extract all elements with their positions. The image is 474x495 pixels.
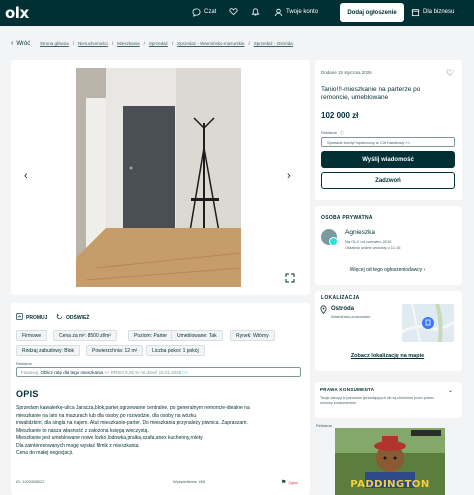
listing-title: Tanio!!!-mieszkanie na parterze po remon…: [321, 86, 421, 101]
advertisement-banner[interactable]: PADDINGTON: [335, 428, 445, 495]
promote-button[interactable]: PROMUJ: [16, 313, 47, 322]
param-tag: Umeblowane: Tak: [171, 330, 223, 341]
bell-icon: [250, 6, 260, 16]
more-from-seller-label: Więcej od tego ogłoszeniodawcy: [349, 267, 423, 273]
mortgage-suffix: >> RRSO 6,25 % na dzień 15.01.2026: [104, 370, 182, 375]
description-title: OPIS: [16, 389, 39, 399]
report-link[interactable]: ⚑ Zgłoś: [281, 479, 298, 486]
more-from-seller-link[interactable]: Więcej od tego ogłoszeniodawcy ›: [320, 267, 455, 273]
consumer-section-title: PRAWA KONSUMENTA: [320, 387, 375, 392]
seller-meta: Na OLX od czerwiec 2015 Ostatnio online …: [345, 239, 401, 251]
view-map-link[interactable]: Zobacz lokalizację na mapie: [320, 353, 455, 359]
call-button[interactable]: Zadzwoń: [321, 172, 455, 189]
breadcrumb-item[interactable]: Sprzedaż: [149, 41, 168, 46]
view-count: Wyświetlenia: 465: [173, 479, 206, 484]
chat-link[interactable]: Czat: [191, 6, 216, 18]
location-section-title: LOKALIZACJA: [321, 295, 360, 301]
add-listing-button[interactable]: Dodaj ogłoszenie: [340, 3, 404, 22]
breadcrumb-item[interactable]: Sprzedaż - Warmińsko-mazurskie: [177, 41, 244, 46]
location-region: Warmińsko-mazurskie: [331, 314, 371, 319]
report-label: Zgłoś: [288, 480, 299, 485]
back-link[interactable]: ‹ Wróć: [11, 40, 30, 47]
description-line: Mieszkanie jest umeblowane nowe lozko,lo…: [16, 435, 204, 441]
mortgage-ad-banner[interactable]: Finansuj: Oblicz ratę dla tego mieszkani…: [16, 367, 301, 377]
favourite-heart-icon[interactable]: ♡: [446, 68, 454, 79]
chevron-left-icon: ‹: [11, 40, 14, 47]
heart-icon: [228, 6, 238, 16]
description-line: Dla zainteresowanych mogę wysłać filmik …: [16, 442, 140, 449]
mortgage-select[interactable]: Sprawdź kredyt hipoteczny w Citi Handlow…: [321, 137, 455, 147]
back-label: Wróć: [16, 40, 31, 47]
chevron-left-icon[interactable]: ‹: [24, 170, 28, 182]
refresh-label: ODŚWIEŻ: [66, 314, 90, 321]
chevron-right-icon: ›: [423, 267, 426, 273]
hallway-photo-image: [76, 68, 241, 287]
account-label: Twoje konto: [286, 9, 319, 15]
business-label: Dla biznesu: [423, 9, 455, 15]
description-line: Sprzedam kawalerkę-ulica Jaracza,blok,pa…: [16, 405, 250, 411]
ad-label-text: Reklama: [321, 130, 337, 135]
seller-last-online: Ostatnio online wczoraj o 11:15: [345, 245, 401, 250]
listing-price: 102 000 zł: [321, 111, 359, 120]
breadcrumb: Strona główna / Nieruchomości / Mieszkania…: [40, 41, 293, 46]
send-message-button[interactable]: Wyślij wiadomość: [321, 151, 455, 168]
description-line: mieszkanie na lato na mazurach lub dla o…: [16, 412, 197, 419]
listing-date: Dodane 15 stycznia 2026: [321, 70, 372, 75]
favourites-link[interactable]: [228, 6, 238, 16]
mortgage-main-text: Oblicz ratę dla tego mieszkania: [40, 370, 104, 375]
description-line: Mieszkanie to nasza własność z założona …: [16, 427, 149, 434]
verified-badge-icon: [329, 237, 338, 246]
consumer-rights-text: Twoje zakupy w ponownie sprzedających ni…: [320, 396, 434, 405]
expand-icon[interactable]: [285, 270, 295, 283]
param-tag: Powierzchnia: 12 m²: [86, 345, 144, 356]
user-icon: [273, 7, 283, 17]
map-image: [402, 304, 454, 342]
chat-bubble-icon: [191, 7, 201, 17]
breadcrumb-item[interactable]: Strona główna: [40, 41, 69, 46]
account-link[interactable]: Twoje konto: [273, 6, 318, 18]
description-text: Sprzedam kawalerkę-ulica Jaracza,blok,pa…: [16, 405, 301, 458]
param-tag: Firmowe: [16, 330, 48, 341]
business-link[interactable]: Dla biznesu: [410, 6, 454, 18]
promote-icon: [16, 313, 23, 322]
ad-label: Reklama: [16, 361, 32, 366]
param-tag: Cena za m²: 8500 zł/m²: [53, 330, 117, 341]
ad-label: Reklama ⓘ: [321, 130, 344, 136]
param-tag: Liczba pokoi: 1 pokój: [146, 345, 205, 356]
breadcrumb-item[interactable]: Sprzedaż - Ostróda: [254, 41, 293, 46]
chevron-right-icon[interactable]: ›: [287, 170, 291, 182]
info-icon: ⓘ: [339, 130, 344, 135]
mortgage-arrow: >>: [182, 370, 188, 375]
refresh-icon: [56, 313, 63, 322]
notifications-link[interactable]: [250, 6, 260, 16]
ad-title: PADDINGTON: [350, 479, 430, 490]
seller-name: Agnieszka: [345, 229, 375, 236]
description-line: inwalidzkim, dla singla na najem. Atut m…: [16, 420, 248, 426]
listing-photo[interactable]: [76, 68, 241, 287]
flag-icon: ⚑: [281, 480, 287, 486]
breadcrumb-item[interactable]: Mieszkania: [117, 41, 140, 46]
top-bar: olx Czat Twoje konto Dodaj ogłoszenie Dl…: [0, 0, 474, 26]
description-line: Cena do małej negocjacji.: [16, 450, 74, 456]
ad-label: Reklama: [316, 423, 332, 428]
map-thumbnail[interactable]: [402, 304, 454, 342]
ad-id: ID: 1002958022: [16, 479, 45, 484]
promote-label: PROMUJ: [26, 314, 48, 321]
param-tag: Rodzaj zabudowy: Blok: [16, 345, 80, 356]
location-pin-icon: [320, 305, 327, 316]
param-tag: Rynek: Wtórny: [230, 330, 275, 341]
param-tag: Poziom: Parter: [128, 330, 174, 341]
seller-section-title: OSOBA PRYWATNA: [321, 215, 373, 221]
location-city: Ostróda: [331, 306, 355, 312]
chevron-down-icon[interactable]: ⌄: [448, 387, 453, 394]
mortgage-prefix: Finansuj: [21, 370, 39, 375]
breadcrumb-item[interactable]: Nieruchomości: [78, 41, 108, 46]
refresh-button[interactable]: ODŚWIEŻ: [56, 313, 89, 322]
chat-label: Czat: [204, 9, 217, 15]
shop-icon: [410, 7, 420, 17]
olx-logo[interactable]: olx: [5, 3, 29, 23]
